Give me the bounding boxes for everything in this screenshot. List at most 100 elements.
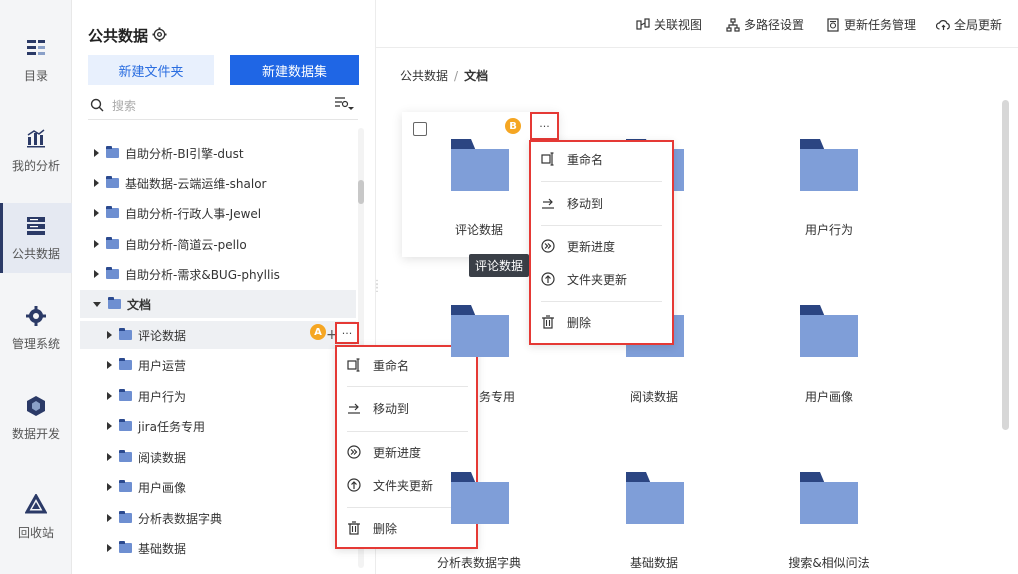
expand-arrow-icon[interactable] xyxy=(107,544,112,552)
collapse-arrow-icon[interactable] xyxy=(93,301,101,307)
trash-icon xyxy=(542,315,554,329)
tree-scrollbar-thumb[interactable] xyxy=(358,180,364,204)
top-toolbar: 关联视图 多路径设置 更新任务管理 全局更新 xyxy=(376,0,1018,48)
menu-rename[interactable]: 重命名 xyxy=(347,353,409,377)
move-icon xyxy=(348,403,360,414)
tree-row[interactable]: 用户行为 xyxy=(80,382,356,410)
menu-label: 删除 xyxy=(373,521,398,536)
tree-row[interactable]: 基础数据 xyxy=(80,534,356,562)
folder-icon[interactable] xyxy=(451,305,509,357)
breadcrumb-root[interactable]: 公共数据 xyxy=(400,69,448,83)
tree-row-open[interactable]: 文档 xyxy=(80,290,356,318)
folder-icon xyxy=(106,176,119,188)
relation-icon xyxy=(636,17,650,30)
folder-icon xyxy=(119,541,132,553)
tree-row[interactable]: jira任务专用 xyxy=(80,412,356,440)
menu-folder-update[interactable]: 文件夹更新 xyxy=(347,473,433,497)
folder-icon xyxy=(119,480,132,492)
move-icon xyxy=(542,198,554,209)
relation-view-button[interactable]: 关联视图 xyxy=(636,16,702,33)
global-update-button[interactable]: 全局更新 xyxy=(936,16,1002,33)
card-checkbox[interactable] xyxy=(413,122,427,136)
expand-arrow-icon[interactable] xyxy=(107,483,112,491)
folder-icon[interactable] xyxy=(800,139,858,191)
folder-card-label: 用户行为 xyxy=(804,223,853,237)
menu-folder-update[interactable]: 文件夹更新 xyxy=(541,267,627,291)
tree-row-label: 评论数据 xyxy=(138,328,187,343)
search-input[interactable]: 搜索 xyxy=(90,94,322,116)
expand-arrow-icon[interactable] xyxy=(94,179,99,187)
card-more-button[interactable]: ··· xyxy=(530,112,559,140)
menu-label: 删除 xyxy=(567,315,592,330)
tree-row[interactable]: 分析表数据字典 xyxy=(80,504,356,532)
tree-more-button[interactable]: ··· xyxy=(335,322,359,344)
tree-row[interactable]: 用户运营 xyxy=(80,351,356,379)
tree-row-label: 自助分析-BI引擎-dust xyxy=(125,146,244,161)
tree-row-label: 用户画像 xyxy=(138,480,187,495)
multi-path-button[interactable]: 多路径设置 xyxy=(726,16,804,33)
expand-arrow-icon[interactable] xyxy=(107,392,112,400)
chart-icon xyxy=(27,128,45,147)
tree-row[interactable]: 自助分析-需求&BUG-phyllis xyxy=(80,260,356,288)
menu-move-to[interactable]: 移动到 xyxy=(347,396,409,420)
expand-arrow-icon[interactable] xyxy=(107,331,112,339)
expand-arrow-icon[interactable] xyxy=(94,149,99,157)
menu-delete[interactable]: 删除 xyxy=(541,310,591,334)
tree-row[interactable]: 自助分析-BI引擎-dust xyxy=(80,139,356,167)
rail-item-management[interactable]: 管理系统 xyxy=(0,293,72,363)
rail-item-recycle[interactable]: 回收站 xyxy=(0,482,72,552)
rail-label: 我的分析 xyxy=(11,158,60,173)
rail-item-public-data[interactable]: 公共数据 xyxy=(0,203,72,273)
folder-icon[interactable] xyxy=(451,472,509,524)
cloud-refresh-icon xyxy=(936,19,950,30)
new-folder-button[interactable]: 新建文件夹 xyxy=(88,55,214,85)
expand-arrow-icon[interactable] xyxy=(107,514,112,522)
rail-item-my-analysis[interactable]: 我的分析 xyxy=(0,115,72,185)
update-task-button[interactable]: 更新任务管理 xyxy=(826,16,916,33)
expand-arrow-icon[interactable] xyxy=(107,422,112,430)
settings-icon[interactable] xyxy=(152,27,167,42)
rename-icon xyxy=(541,152,554,166)
nav-rail: 目录 我的分析 公共数据 管理系统 数据开发 回收站 xyxy=(0,0,72,574)
expand-arrow-icon[interactable] xyxy=(94,209,99,217)
tree-row[interactable]: 自助分析-简道云-pello xyxy=(80,230,356,258)
expand-arrow-icon[interactable] xyxy=(107,453,112,461)
expand-arrow-icon[interactable] xyxy=(107,361,112,369)
expand-arrow-icon[interactable] xyxy=(94,240,99,248)
tree-row[interactable]: 基础数据-云端运维-shalor xyxy=(80,169,356,197)
menu-label: 更新进度 xyxy=(567,239,616,254)
breadcrumb: 公共数据 / 文档 xyxy=(400,67,488,84)
expand-arrow-icon[interactable] xyxy=(94,270,99,278)
tree-row[interactable]: 用户画像 xyxy=(80,473,356,501)
folder-icon xyxy=(119,389,132,401)
panel-resize-handle[interactable]: ⋮ ⋮ xyxy=(372,280,382,294)
menu-label: 重命名 xyxy=(567,152,604,167)
menu-rename[interactable]: 重命名 xyxy=(541,147,603,171)
menu-label: 移动到 xyxy=(373,401,410,416)
cube-icon xyxy=(27,395,45,416)
menu-update-progress[interactable]: 更新进度 xyxy=(347,440,421,464)
tree-row-label: 自助分析-简道云-pello xyxy=(125,237,247,252)
folder-card-label: 阅读数据 xyxy=(629,390,678,404)
trash-icon xyxy=(348,521,360,535)
menu-delete[interactable]: 删除 xyxy=(347,516,397,540)
task-icon xyxy=(827,17,839,32)
toolbar-label: 关联视图 xyxy=(654,18,703,32)
toolbar-label: 更新任务管理 xyxy=(844,18,917,32)
tree-row[interactable]: 自助分析-行政人事-Jewel xyxy=(80,199,356,227)
rail-item-catalog[interactable]: 目录 xyxy=(0,25,72,95)
menu-label: 移动到 xyxy=(567,196,604,211)
rail-item-data-dev[interactable]: 数据开发 xyxy=(0,383,72,453)
menu-move-to[interactable]: 移动到 xyxy=(541,191,603,215)
tree-row[interactable]: 阅读数据 xyxy=(80,443,356,471)
folder-icon[interactable] xyxy=(800,305,858,357)
main-scrollbar[interactable] xyxy=(1002,100,1009,430)
folder-icon[interactable] xyxy=(626,472,684,524)
upload-icon xyxy=(347,478,361,492)
menu-update-progress[interactable]: 更新进度 xyxy=(541,234,615,258)
hierarchy-icon xyxy=(726,17,740,32)
toolbar-label: 全局更新 xyxy=(954,18,1003,32)
folder-icon[interactable] xyxy=(800,472,858,524)
new-dataset-button[interactable]: 新建数据集 xyxy=(230,55,359,85)
filter-sort-icon[interactable] xyxy=(334,95,354,111)
